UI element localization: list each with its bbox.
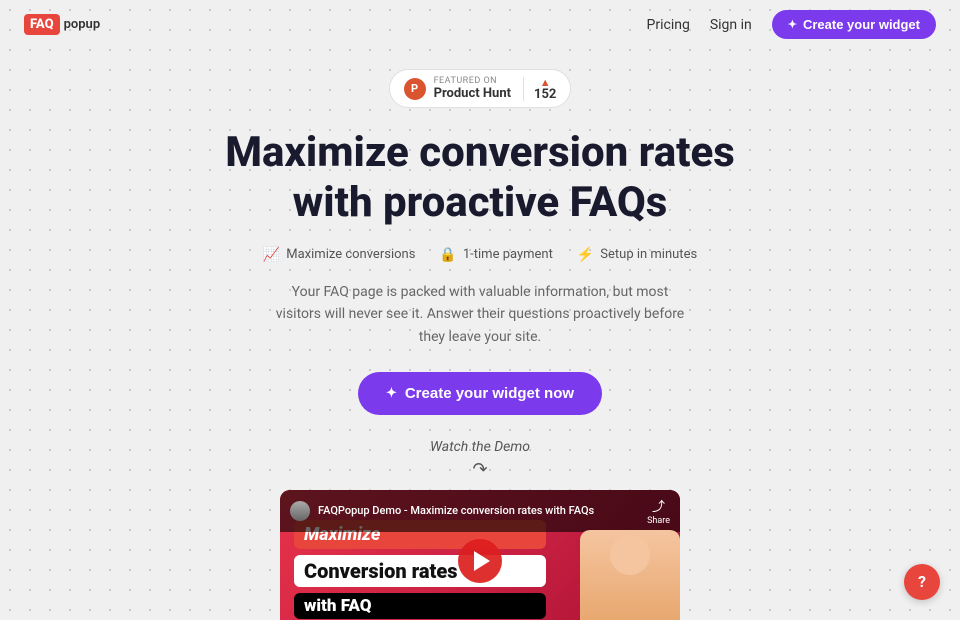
pricing-link[interactable]: Pricing bbox=[647, 17, 690, 33]
watch-demo: Watch the Demo ↷ bbox=[430, 439, 530, 480]
logo: FAQ popup bbox=[24, 14, 100, 35]
cta-button[interactable]: Create your widget now bbox=[358, 372, 602, 415]
feature-pill-0: 📈 Maximize conversions bbox=[263, 247, 416, 263]
feature-pill-2: ⚡ Setup in minutes bbox=[577, 247, 697, 263]
feature-label-2: Setup in minutes bbox=[600, 247, 697, 262]
person-head bbox=[610, 535, 650, 575]
nav-right: Pricing Sign in Create your widget bbox=[647, 10, 936, 39]
product-hunt-badge[interactable]: P FEATURED ON Product Hunt ▲ 152 bbox=[389, 69, 572, 108]
play-icon bbox=[474, 551, 490, 571]
main-content: P FEATURED ON Product Hunt ▲ 152 Maximiz… bbox=[0, 49, 960, 620]
ph-text-wrap: FEATURED ON Product Hunt bbox=[434, 76, 511, 101]
headline-line2: with proactive FAQs bbox=[293, 178, 668, 227]
setup-icon: ⚡ bbox=[577, 247, 594, 263]
navbar: FAQ popup Pricing Sign in Create your wi… bbox=[0, 0, 960, 49]
video-inner: FAQPopup Demo - Maximize conversion rate… bbox=[280, 490, 680, 620]
feature-pill-1: 🔒 1-time payment bbox=[439, 247, 552, 263]
video-avatar bbox=[290, 501, 310, 521]
demo-video[interactable]: FAQPopup Demo - Maximize conversion rate… bbox=[280, 490, 680, 620]
play-button[interactable] bbox=[458, 539, 502, 583]
maximize-icon: 📈 bbox=[263, 247, 280, 263]
logo-popup: popup bbox=[64, 17, 101, 32]
feature-pills: 📈 Maximize conversions 🔒 1-time payment … bbox=[263, 247, 697, 263]
feature-label-0: Maximize conversions bbox=[286, 247, 415, 262]
hero-description: Your FAQ page is packed with valuable in… bbox=[270, 281, 690, 348]
demo-arrow-icon: ↷ bbox=[472, 459, 487, 480]
video-right-content bbox=[560, 520, 680, 620]
person-silhouette bbox=[580, 530, 680, 620]
watch-demo-text: Watch the Demo bbox=[430, 439, 530, 455]
ph-arrow-icon: ▲ bbox=[540, 77, 551, 88]
feature-label-1: 1-time payment bbox=[463, 247, 553, 262]
signin-link[interactable]: Sign in bbox=[710, 17, 752, 33]
logo-faq: FAQ bbox=[24, 14, 60, 35]
video-top-bar-left: FAQPopup Demo - Maximize conversion rate… bbox=[290, 501, 594, 521]
video-share-btn[interactable]: ⤴ Share bbox=[647, 496, 670, 526]
share-label: Share bbox=[647, 516, 670, 526]
ph-product-hunt-label: Product Hunt bbox=[434, 86, 511, 101]
headline-line1: Maximize conversion rates bbox=[225, 128, 735, 177]
create-widget-button[interactable]: Create your widget bbox=[772, 10, 936, 39]
video-title: FAQPopup Demo - Maximize conversion rate… bbox=[318, 504, 594, 517]
video-top-bar: FAQPopup Demo - Maximize conversion rate… bbox=[280, 490, 680, 532]
ph-featured-label: FEATURED ON bbox=[434, 76, 511, 86]
hero-headline: Maximize conversion rates with proactive… bbox=[225, 128, 735, 229]
help-button[interactable]: ? bbox=[904, 564, 940, 600]
video-avatar-inner bbox=[290, 501, 310, 521]
payment-icon: 🔒 bbox=[439, 247, 456, 263]
conversion-label: Conversion rates bbox=[294, 555, 546, 587]
ph-vote-count: ▲ 152 bbox=[523, 77, 556, 101]
ph-vote-number: 152 bbox=[534, 88, 556, 101]
share-icon: ⤴ bbox=[652, 496, 665, 515]
faq-label: with FAQ bbox=[294, 593, 546, 619]
ph-icon: P bbox=[404, 78, 426, 100]
